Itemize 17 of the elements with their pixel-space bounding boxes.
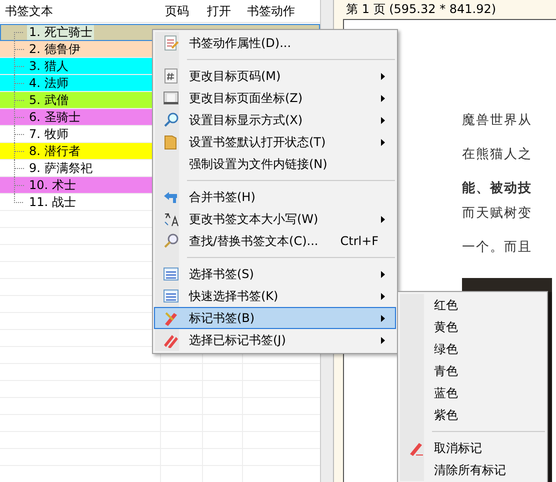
bookmark-title: 11. 战士	[28, 194, 77, 210]
bookmark-title: 2. 德鲁伊	[28, 41, 82, 57]
bookmark-title: 9. 萨满祭祀	[28, 160, 94, 176]
document-text: 一个。而且	[462, 239, 533, 257]
bookmark-title: 4. 法师	[28, 75, 70, 91]
bookmark-title: 6. 圣骑士	[28, 109, 82, 125]
bookmark-title: 3. 猎人	[28, 58, 70, 74]
document-text: 能、被动技	[462, 180, 533, 198]
bookmark-title: 7. 牧师	[28, 126, 70, 142]
bookmark-title: 1. 死亡骑士	[27, 24, 94, 40]
document-text: 而天赋树变	[462, 205, 533, 223]
bookmark-title: 10. 术士	[28, 177, 77, 193]
page-size-label: 第 1 页 (595.32 * 841.92)	[345, 1, 498, 18]
bookmark-title: 8. 潜行者	[28, 143, 82, 159]
document-text: 魔兽世界从	[462, 112, 533, 130]
bookmark-title: 5. 武僧	[28, 92, 70, 108]
document-text: 在熊猫人之	[462, 146, 533, 164]
